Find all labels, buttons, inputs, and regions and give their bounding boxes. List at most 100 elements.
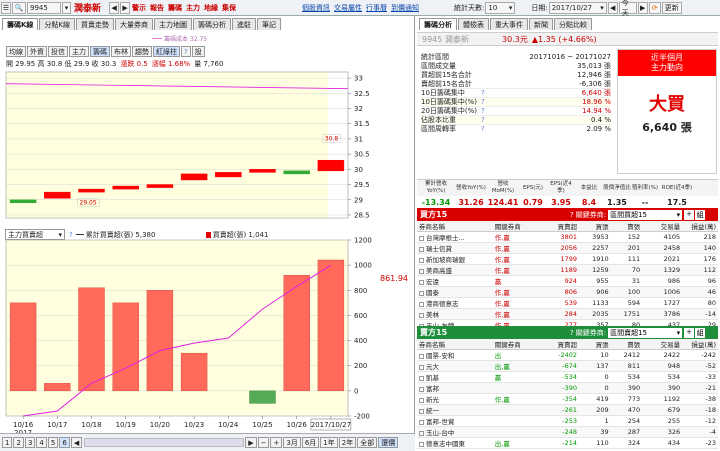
- checkbox[interactable]: [419, 408, 424, 414]
- tab-main-force-map[interactable]: 主力地圖: [154, 18, 193, 30]
- tab-branch-compare[interactable]: 分點比較: [554, 18, 592, 30]
- column-header[interactable]: 買賣超: [543, 339, 580, 350]
- broker-name[interactable]: 美林: [426, 311, 439, 319]
- column-header[interactable]: 券商名稱: [417, 339, 493, 350]
- trust-chip[interactable]: 投信: [48, 46, 68, 57]
- main-force-link[interactable]: 主力: [186, 3, 200, 13]
- alert-link[interactable]: 警示: [132, 3, 146, 13]
- table-row[interactable]: 元大 出,贏 -674 137 811 948 -52: [417, 360, 718, 372]
- scroll-right-button[interactable]: ▶: [245, 437, 257, 448]
- checkbox[interactable]: [419, 312, 424, 318]
- checkbox[interactable]: [419, 419, 424, 425]
- checkbox[interactable]: [419, 375, 424, 381]
- table-row[interactable]: 富邦 -390 0 390 390 -21: [417, 382, 718, 394]
- page-3-button[interactable]: 3: [24, 437, 36, 448]
- range-6m-button[interactable]: 6月: [301, 437, 320, 448]
- help-icon[interactable]: ?: [69, 231, 73, 239]
- table-row[interactable]: 美商高盛 作,贏 1189 1259 70 1329 112: [417, 264, 718, 276]
- chips-link[interactable]: 籌碼: [168, 3, 182, 13]
- column-header[interactable]: 賣張: [610, 221, 643, 232]
- checkbox[interactable]: [419, 290, 424, 296]
- group-button[interactable]: 組: [695, 209, 706, 220]
- column-header[interactable]: 券商名稱: [417, 221, 493, 232]
- column-header[interactable]: 關鍵券商: [492, 339, 544, 350]
- add-button[interactable]: +: [684, 209, 695, 220]
- checkbox[interactable]: [419, 246, 424, 252]
- dropdown-icon[interactable]: ▾: [62, 1, 71, 14]
- range-1y-button[interactable]: 1年: [320, 437, 338, 448]
- checkbox[interactable]: [419, 279, 424, 285]
- ma-chip[interactable]: 均線: [6, 46, 26, 57]
- tab-chip-analysis-right[interactable]: 籌碼分析: [419, 18, 457, 30]
- stock-nav-next[interactable]: ▶: [120, 1, 130, 14]
- broker-name[interactable]: 統一: [426, 407, 439, 415]
- broker-name[interactable]: 港商德意志: [426, 300, 459, 308]
- column-header[interactable]: 交易量: [642, 339, 683, 350]
- table-row[interactable]: 瑞士信貸 作,贏 2056 2257 201 2458 140: [417, 242, 718, 254]
- geo-link[interactable]: 地緣: [204, 3, 218, 13]
- stock-nav-prev[interactable]: ◀: [109, 1, 119, 14]
- tab-branch-kline[interactable]: 分點K線: [39, 18, 76, 30]
- column-header[interactable]: 賣張: [610, 339, 643, 350]
- checkbox[interactable]: [419, 386, 424, 392]
- red-green-chip[interactable]: 紅綠柱: [153, 46, 180, 57]
- checkbox[interactable]: [419, 353, 424, 359]
- checkbox[interactable]: [419, 441, 424, 447]
- help-icon[interactable]: ?: [481, 125, 511, 133]
- range-3m-button[interactable]: 3月: [283, 437, 301, 448]
- checkbox[interactable]: [419, 364, 424, 370]
- tab-notes[interactable]: 筆記: [257, 18, 282, 30]
- table-row[interactable]: 富邦-世貿 -253 1 254 255 -12: [417, 415, 718, 427]
- page-5-button[interactable]: 5: [47, 437, 59, 448]
- sell-select[interactable]: 區間賣超15 ▾: [608, 327, 683, 338]
- calendar-link[interactable]: 行事曆: [366, 3, 387, 13]
- table-row[interactable]: 德意志中國東 出,贏 -214 110 324 434 -23: [417, 437, 718, 449]
- update-button[interactable]: 更新: [661, 1, 682, 14]
- buy-select[interactable]: 區間買超15 ▾: [608, 209, 683, 220]
- foreign-chip[interactable]: 外資: [27, 46, 47, 57]
- column-header[interactable]: 關鍵券商: [492, 221, 544, 232]
- help-icon[interactable]: ?: [481, 107, 511, 115]
- main-force-chip[interactable]: 主力: [69, 46, 89, 57]
- tab-buy-sell-trend[interactable]: 買賣走勢: [76, 18, 115, 30]
- broker-name[interactable]: 玉山-台中: [426, 429, 454, 437]
- stock-info-link[interactable]: 個股資訊: [302, 3, 330, 13]
- scrollbar-track[interactable]: [84, 438, 245, 447]
- checkbox[interactable]: [419, 268, 424, 274]
- page-4-button[interactable]: 4: [36, 437, 47, 448]
- broker-name[interactable]: 富邦-世貿: [426, 418, 454, 426]
- prev-day-button[interactable]: ◀: [607, 1, 618, 14]
- search-icon[interactable]: 🔍: [12, 1, 26, 14]
- table-row[interactable]: 凱基 贏 -534 0 534 534 -33: [417, 371, 718, 383]
- tab-news[interactable]: 新聞: [529, 18, 553, 30]
- broker-name[interactable]: 富邦: [426, 385, 439, 393]
- refresh-icon[interactable]: ⟳: [648, 1, 661, 14]
- checkbox[interactable]: [419, 397, 424, 403]
- tab-major-events[interactable]: 重大事件: [490, 18, 528, 30]
- chips-chip[interactable]: 籌碼: [90, 46, 110, 57]
- trend-chip[interactable]: 趨勢: [132, 46, 152, 57]
- price-alert-link[interactable]: 到價通知: [391, 3, 419, 13]
- trade-attr-link[interactable]: 交易屬性: [334, 3, 362, 13]
- bollinger-chip[interactable]: 布林: [111, 46, 131, 57]
- table-row[interactable]: 新光 作,贏 -354 419 773 1192 -38: [417, 393, 718, 405]
- today-button[interactable]: 今天: [618, 0, 637, 17]
- custody-link[interactable]: 集保: [222, 3, 236, 13]
- broker-name[interactable]: 美商高盛: [426, 267, 452, 275]
- range-2y-button[interactable]: 2年: [338, 437, 357, 448]
- page-1-button[interactable]: 1: [2, 437, 13, 448]
- next-day-button[interactable]: ▶: [637, 1, 648, 14]
- tab-health-check[interactable]: 體檢表: [458, 18, 489, 30]
- help-icon[interactable]: ?: [481, 89, 511, 97]
- broker-name[interactable]: 凱基: [426, 374, 439, 382]
- table-row[interactable]: 港商德意志 作,贏 539 1133 594 1727 80: [417, 297, 718, 309]
- broker-name[interactable]: 台灣摩根士...: [426, 234, 465, 242]
- page-6-button[interactable]: 6: [59, 437, 70, 448]
- table-row[interactable]: 國票-安和 出 -2402 10 2412 2422 -242: [417, 349, 718, 361]
- report-link[interactable]: 報告: [150, 3, 164, 13]
- broker-name[interactable]: 宏遠: [426, 278, 439, 286]
- broker-name[interactable]: 新光: [426, 396, 439, 404]
- indicator-select[interactable]: 主力買賣超 ▾: [5, 229, 65, 240]
- table-row[interactable]: 新加坡商瑞銀 作,贏 1799 1910 111 2021 176: [417, 253, 718, 265]
- menu-icon[interactable]: ☰: [1, 1, 11, 14]
